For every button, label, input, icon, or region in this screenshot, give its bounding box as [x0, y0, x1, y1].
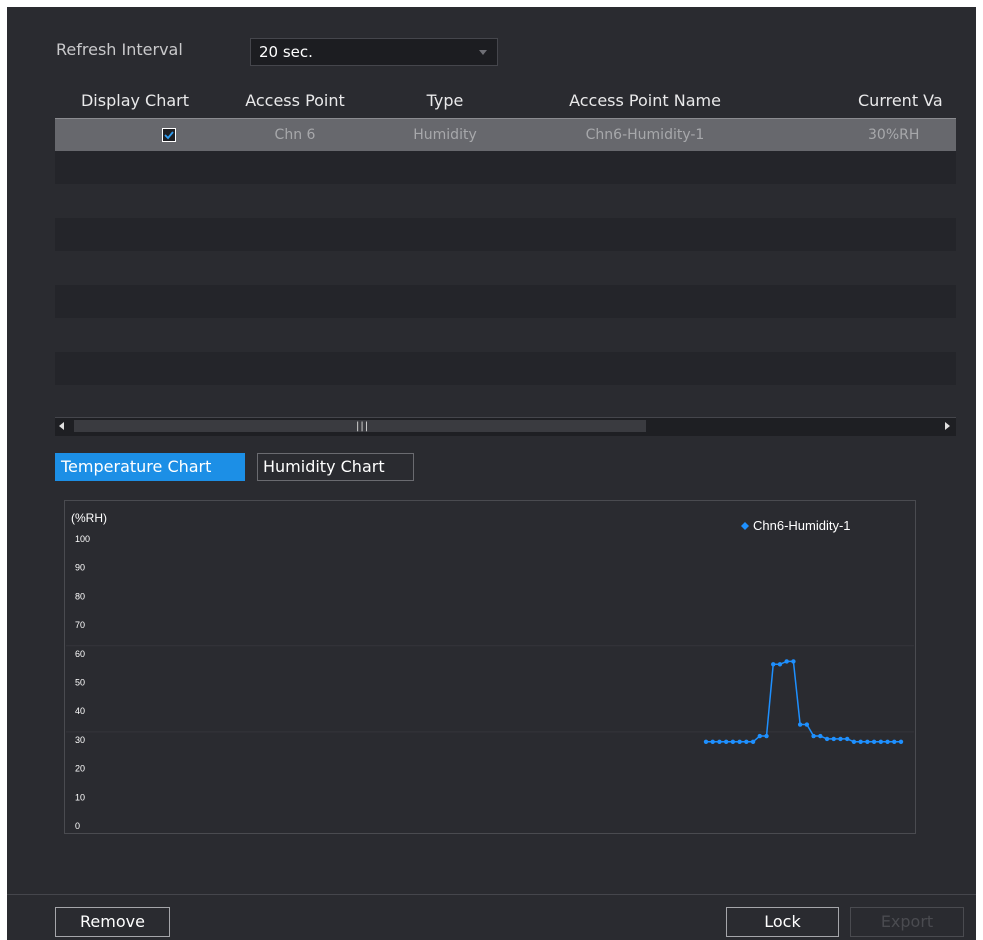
col-access-point-name[interactable]: Access Point Name: [515, 84, 775, 118]
chart-data-point: [730, 739, 736, 744]
chart-y-tick-label: 60: [75, 649, 85, 659]
cell-current-value: 30%RH: [868, 127, 920, 143]
table-row[interactable]: Chn 6 Humidity Chn6-Humidity-1 30%RH: [55, 118, 956, 152]
chart-y-tick-label: 40: [75, 706, 85, 716]
cell-type: Humidity: [413, 127, 477, 143]
chart-data-point: [703, 739, 709, 744]
content-panel: Refresh Interval 20 sec. Display Chart A…: [7, 7, 976, 940]
table-row[interactable]: [55, 352, 956, 385]
table-row[interactable]: [55, 184, 956, 217]
chart-data-point: [878, 739, 884, 744]
chart-data-point: [737, 739, 742, 744]
refresh-interval-select[interactable]: 20 sec.: [250, 38, 498, 66]
table-row[interactable]: [55, 385, 956, 418]
chart-data-point: [811, 733, 816, 739]
lock-button[interactable]: Lock: [726, 907, 839, 937]
chart-data-point: [791, 659, 796, 664]
chart-data-point: [784, 659, 789, 664]
humidity-chart: (%RH) 0 10 20 30 40 50 60 70 80 90 100 Chn6-Humidity…: [64, 500, 916, 834]
chart-data-point: [871, 739, 877, 744]
refresh-interval-label: Refresh Interval: [56, 40, 183, 59]
chart-y-tick-label: 20: [75, 764, 85, 774]
chart-data-point: [744, 739, 749, 744]
chart-data-point: [723, 739, 729, 744]
chart-y-tick-label: 90: [75, 563, 85, 573]
table-row[interactable]: [55, 318, 956, 351]
chart-y-tick-label: 70: [75, 620, 85, 630]
table-row[interactable]: [55, 285, 956, 318]
table-row[interactable]: [55, 151, 956, 184]
chart-data-point: [717, 739, 722, 744]
tab-humidity-chart[interactable]: Humidity Chart: [257, 453, 414, 481]
chart-data-point: [764, 733, 769, 739]
table-header: Display Chart Access Point Type Access P…: [55, 84, 956, 119]
table-row[interactable]: [55, 251, 956, 284]
chart-data-point: [818, 733, 823, 739]
col-display-chart[interactable]: Display Chart: [55, 84, 215, 118]
chart-y-tick-label: 80: [75, 591, 85, 601]
chart-legend-label: Chn6-Humidity-1: [753, 518, 851, 533]
chart-data-point: [838, 736, 843, 742]
dropdown-caret-icon: [479, 50, 487, 55]
chart-data-point: [892, 739, 897, 744]
chart-data-point: [777, 662, 783, 667]
scrollbar-grip: |||: [356, 421, 370, 432]
checkmark-icon: [164, 131, 174, 140]
export-button[interactable]: Export: [850, 907, 964, 937]
chart-data-point: [797, 722, 803, 727]
chart-y-tick-label: 10: [75, 792, 85, 802]
cell-access-point: Chn 6: [274, 127, 316, 143]
chart-data-point: [750, 739, 756, 744]
chart-y-tick-label: 100: [75, 534, 90, 544]
scrollbar-thumb[interactable]: |||: [74, 420, 646, 432]
chart-canvas: (%RH) 0 10 20 30 40 50 60 70 80 90 100 Chn6-Humidity…: [66, 511, 914, 831]
cell-access-point-name: Chn6-Humidity-1: [585, 127, 705, 143]
chart-data-point: [885, 739, 890, 744]
chart-data-point: [824, 736, 830, 742]
chart-y-tick-label: 0: [75, 821, 80, 831]
chart-y-axis-label: (%RH): [71, 511, 107, 525]
chart-data-point: [804, 722, 810, 727]
remove-button[interactable]: Remove: [55, 907, 170, 937]
access-point-table: Display Chart Access Point Type Access P…: [55, 84, 956, 437]
chart-data-point: [771, 662, 776, 667]
chart-data-point: [710, 739, 715, 744]
refresh-interval-value: 20 sec.: [259, 43, 313, 61]
col-current-value[interactable]: Current Va: [775, 84, 956, 118]
chart-data-point: [831, 736, 836, 742]
chart-data-point: [898, 739, 904, 744]
chart-data-point: [858, 739, 863, 744]
table-row[interactable]: [55, 218, 956, 251]
horizontal-scrollbar[interactable]: |||: [55, 417, 956, 436]
scroll-left-arrow-icon[interactable]: [59, 422, 64, 430]
display-chart-checkbox[interactable]: [162, 128, 176, 142]
chart-data-point: [757, 733, 762, 739]
chart-data-point: [845, 736, 850, 742]
chart-y-tick-label: 30: [75, 735, 85, 745]
legend-marker-icon: [741, 522, 749, 530]
col-access-point[interactable]: Access Point: [215, 84, 375, 118]
footer-divider: [7, 894, 976, 895]
chart-y-tick-label: 50: [75, 678, 85, 688]
scroll-right-arrow-icon[interactable]: [945, 422, 950, 430]
chart-data-point: [851, 739, 857, 744]
col-type[interactable]: Type: [375, 84, 515, 118]
chart-series-line: [706, 660, 901, 743]
tab-temperature-chart[interactable]: Temperature Chart: [55, 453, 245, 481]
chart-data-point: [865, 739, 870, 744]
